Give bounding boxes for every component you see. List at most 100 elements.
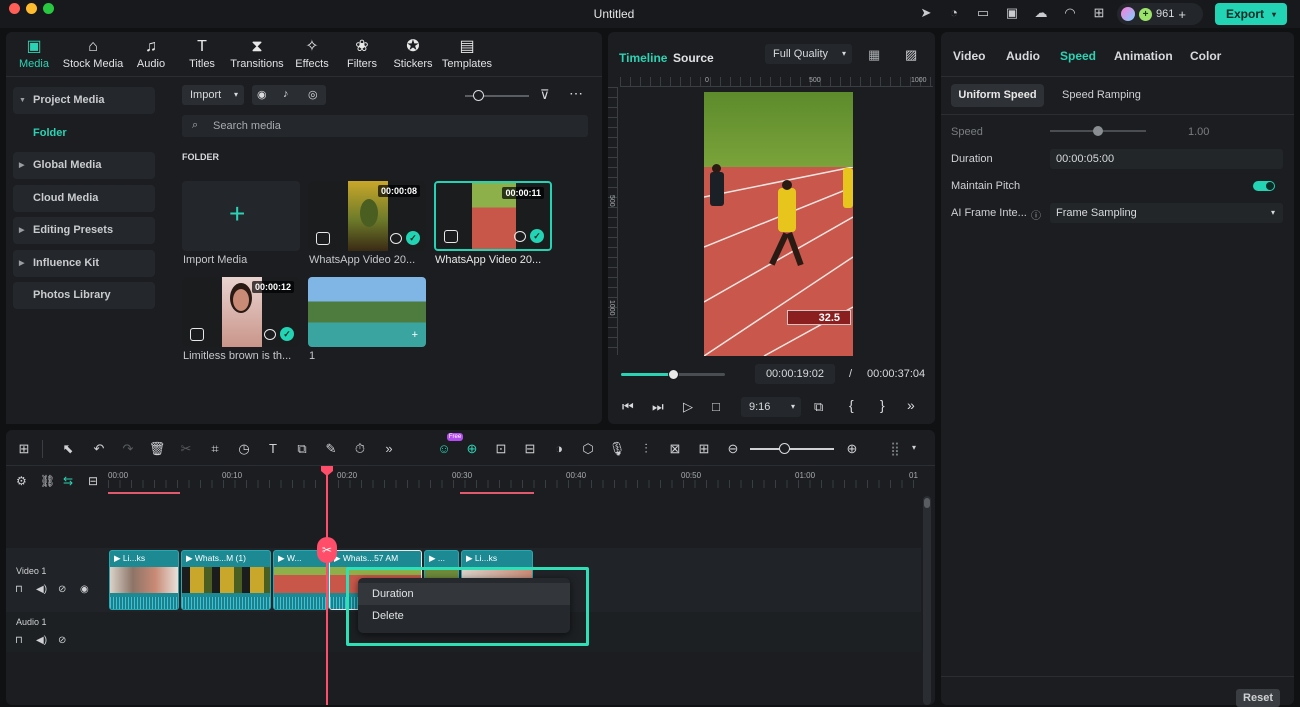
speed-icon[interactable]: ◷	[235, 440, 253, 458]
voice-icon[interactable]: ◎	[308, 88, 318, 101]
tab-source[interactable]: Source	[673, 51, 714, 65]
zoom-slider-handle[interactable]	[779, 443, 790, 454]
cloud-upload-icon[interactable]: ☁	[1033, 5, 1049, 21]
text-tool-icon[interactable]: T	[264, 440, 282, 458]
grid-view-icon[interactable]: ⣿	[886, 440, 904, 458]
sidebar-item-editing-presets[interactable]: ▶ Editing Presets	[13, 217, 155, 244]
crop-icon[interactable]: ⌗	[206, 440, 224, 458]
redo-icon[interactable]: ↷	[119, 440, 137, 458]
menu-item-delete[interactable]: Delete	[358, 605, 570, 627]
reset-button[interactable]: Reset	[1236, 689, 1280, 707]
add-icon[interactable]: +	[412, 329, 418, 341]
maintain-pitch-toggle[interactable]	[1253, 181, 1275, 191]
progress-handle[interactable]	[668, 369, 679, 380]
replace-icon[interactable]: ⊠	[666, 440, 684, 458]
sidebar-item-cloud-media[interactable]: Cloud Media	[13, 185, 155, 212]
scissors-icon[interactable]: ✂	[317, 537, 337, 563]
save-icon[interactable]: ▣	[1004, 5, 1020, 21]
search-input[interactable]: ⌕ Search media	[182, 115, 588, 137]
mask-icon[interactable]: ⧉	[293, 440, 311, 458]
marker-icon[interactable]: ⬡	[579, 440, 597, 458]
ai-copilot-icon[interactable]: ☺	[435, 440, 453, 458]
filter-icon[interactable]: ⊽	[540, 87, 550, 103]
track-manager-icon[interactable]: ⊟	[88, 474, 98, 488]
select-tool-icon[interactable]: ⬉	[59, 440, 77, 458]
play-icon[interactable]: ▷	[683, 399, 693, 415]
import-media-tile[interactable]: +	[182, 181, 300, 251]
add-credits-icon[interactable]: +	[1178, 7, 1186, 22]
zoom-in-icon[interactable]: ⊕	[843, 440, 861, 458]
unlink-icon[interactable]: ⛓	[40, 474, 55, 488]
lock-icon[interactable]: ⊓	[15, 635, 23, 646]
mark-out-icon[interactable]: }	[880, 397, 885, 413]
eye-icon[interactable]: ◉	[80, 584, 89, 595]
speed-slider-handle[interactable]	[1093, 126, 1103, 136]
slider-handle[interactable]	[473, 90, 484, 101]
media-item-selected[interactable]: 00:00:11 ✓	[434, 181, 552, 251]
layout-icon[interactable]: ⊞	[15, 440, 33, 458]
export-button[interactable]: Export ▾	[1215, 3, 1287, 25]
ai-frame-dropdown[interactable]: Frame Sampling ▾	[1050, 203, 1283, 223]
chevron-down-icon[interactable]: ▾	[1272, 10, 1276, 19]
subtab-speed-ramping[interactable]: Speed Ramping	[1062, 89, 1141, 101]
mute-icon[interactable]: ⊘	[58, 635, 66, 646]
headset-icon[interactable]: ◠	[1062, 5, 1078, 21]
settings-icon[interactable]: ⚙	[16, 474, 27, 488]
timeline-clip[interactable]: ▶ Li...ks	[109, 550, 179, 610]
media-item[interactable]: 00:00:08 ✓	[308, 181, 426, 251]
duration-field[interactable]: 00:00:05:00	[1050, 149, 1283, 169]
media-item[interactable]: +	[308, 277, 426, 347]
more-controls-icon[interactable]: »	[907, 397, 915, 413]
more-tools-icon[interactable]: »	[380, 440, 398, 458]
delete-icon[interactable]: 🗑	[148, 440, 166, 458]
split-icon[interactable]: ✂	[177, 440, 195, 458]
grid-apps-icon[interactable]: ⊞	[1091, 5, 1107, 21]
timeline-scrollbar[interactable]	[923, 496, 931, 705]
render-icon[interactable]: ◑	[550, 440, 568, 458]
fullscreen-icon[interactable]: ⧉	[814, 399, 823, 415]
chevron-down-icon[interactable]: ▾	[912, 443, 916, 452]
stop-icon[interactable]: □	[712, 399, 720, 414]
color-pen-icon[interactable]: ✎	[322, 440, 340, 458]
tab-animation[interactable]: Animation	[1114, 49, 1173, 63]
volume-icon[interactable]: ◀)	[36, 635, 47, 646]
tab-color[interactable]: Color	[1190, 49, 1221, 63]
sidebar-item-influence-kit[interactable]: ▶ Influence Kit	[13, 250, 155, 277]
mute-icon[interactable]: ⊘	[58, 584, 66, 595]
link-icon[interactable]: ⇆	[63, 474, 73, 488]
more-icon[interactable]: ⋯	[569, 85, 583, 102]
tab-speed[interactable]: Speed	[1060, 49, 1096, 63]
menu-item-duration[interactable]: Duration	[358, 583, 570, 605]
record-screen-icon[interactable]: ◉	[257, 88, 267, 101]
undo-icon[interactable]: ↶	[90, 440, 108, 458]
snapshot-tool-icon[interactable]: ⊟	[521, 440, 539, 458]
quality-dropdown[interactable]: Full Quality ▾	[765, 44, 852, 64]
video-preview[interactable]: 32.5	[704, 92, 853, 356]
zoom-out-icon[interactable]: ⊖	[724, 440, 742, 458]
volume-icon[interactable]: ◀)	[36, 584, 47, 595]
zoom-slider[interactable]	[750, 448, 834, 450]
timeline-ruler[interactable]	[108, 480, 920, 488]
auto-ripple-icon[interactable]: ⊕	[463, 440, 481, 458]
scrollbar-thumb[interactable]	[924, 498, 930, 508]
fit-icon[interactable]: ⊞	[695, 440, 713, 458]
aspect-dropdown[interactable]: 9:16 ▾	[741, 397, 801, 417]
step-back-icon[interactable]: ⏮	[622, 399, 634, 415]
snapshot-icon[interactable]: ▨	[905, 47, 917, 63]
import-dropdown[interactable]: Import ▾	[182, 85, 244, 105]
step-forward-icon[interactable]: ⏭	[652, 399, 664, 415]
lock-icon[interactable]: ⊓	[15, 584, 23, 595]
sidebar-item-photos-library[interactable]: Photos Library	[13, 282, 155, 309]
insert-icon[interactable]: ⊡	[492, 440, 510, 458]
grid-view-icon[interactable]: ▦	[868, 47, 880, 63]
audio-mixer-icon[interactable]: ⫶	[637, 440, 655, 458]
subtab-uniform-speed[interactable]: Uniform Speed	[951, 84, 1044, 107]
mark-in-icon[interactable]: {	[849, 397, 854, 413]
sidebar-item-project-media[interactable]: ▼ Project Media	[13, 87, 155, 114]
monitor-icon[interactable]: ▭	[975, 5, 991, 21]
send-icon[interactable]: ➤	[918, 5, 934, 21]
tab-timeline[interactable]: Timeline	[619, 51, 667, 65]
help-icon[interactable]: ⓘ	[1031, 207, 1041, 222]
credits-badge[interactable]: + 961 +	[1117, 3, 1203, 25]
tab-video[interactable]: Video	[953, 49, 985, 63]
